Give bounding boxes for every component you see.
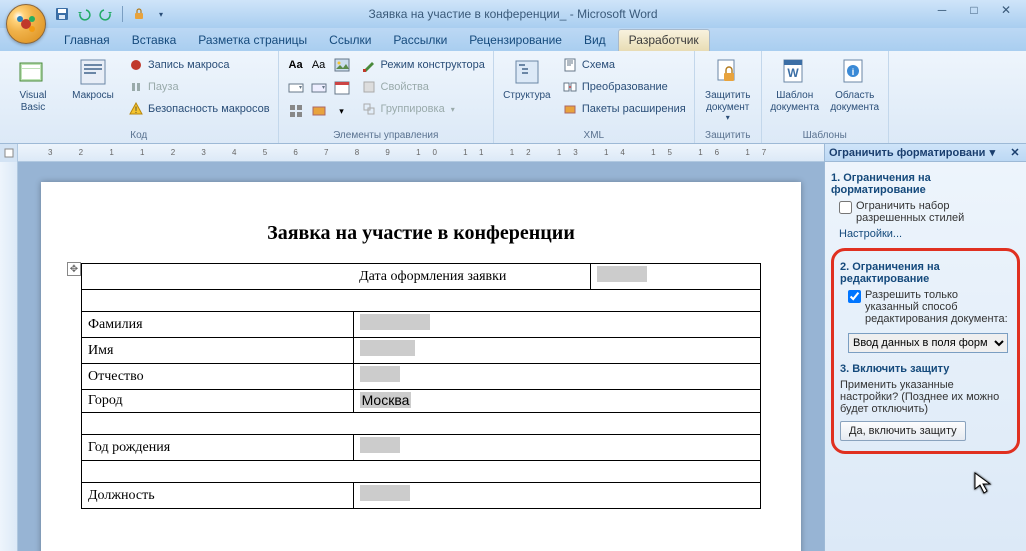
city-field[interactable]: Москва bbox=[360, 392, 412, 408]
horizontal-ruler[interactable]: 3 2 1 1 2 3 4 5 6 7 8 9 10 11 12 13 14 1… bbox=[0, 144, 824, 162]
group-xml-label: XML bbox=[500, 129, 688, 141]
save-icon[interactable] bbox=[54, 6, 70, 22]
pause-button: Пауза bbox=[126, 76, 272, 98]
task-pane-dropdown-icon[interactable]: ▾ bbox=[985, 146, 999, 159]
group-button: Группировка▾ bbox=[359, 98, 487, 120]
field-position-label: Должность bbox=[82, 483, 354, 509]
birthyear-field[interactable] bbox=[360, 437, 400, 453]
enable-protection-button[interactable]: Да, включить защиту bbox=[840, 421, 966, 441]
macro-security-button[interactable]: !Безопасность макросов bbox=[126, 98, 272, 120]
settings-link[interactable]: Настройки... bbox=[839, 228, 902, 240]
document-area: 3 2 1 1 2 3 4 5 6 7 8 9 10 11 12 13 14 1… bbox=[0, 144, 824, 551]
office-button[interactable] bbox=[6, 4, 46, 44]
svg-text:i: i bbox=[851, 67, 854, 77]
document-area-button[interactable]: i Область документа bbox=[828, 54, 882, 115]
svg-text:!: ! bbox=[135, 105, 138, 115]
group-protect-label: Защитить bbox=[701, 129, 755, 141]
warning-icon: ! bbox=[128, 101, 144, 117]
form-table: Дата оформления заявки Фамилия Имя Отчес… bbox=[81, 263, 761, 509]
page-scroll[interactable]: ✥ Заявка на участие в конференции Дата о… bbox=[18, 162, 824, 551]
field-lastname-label: Фамилия bbox=[82, 312, 354, 338]
restrict-formatting-pane: Ограничить форматировани ▾ ✕ 1. Ограниче… bbox=[824, 144, 1026, 551]
design-mode-button[interactable]: Режим конструктора bbox=[359, 54, 487, 76]
expansion-icon bbox=[562, 101, 578, 117]
tab-insert[interactable]: Вставка bbox=[122, 30, 187, 51]
more-controls-dropdown[interactable]: ▾ bbox=[331, 100, 353, 122]
redo-icon[interactable] bbox=[98, 6, 114, 22]
task-pane-title: Ограничить форматировани bbox=[829, 147, 985, 159]
close-button[interactable]: ✕ bbox=[994, 2, 1018, 18]
document-template-button[interactable]: W Шаблон документа bbox=[768, 54, 822, 115]
field-city-label: Город bbox=[82, 390, 354, 413]
position-field[interactable] bbox=[360, 485, 410, 501]
tab-home[interactable]: Главная bbox=[54, 30, 120, 51]
tab-review[interactable]: Рецензирование bbox=[459, 30, 572, 51]
plaintext-control-icon[interactable]: Aa bbox=[308, 54, 330, 76]
visual-basic-button[interactable]: Visual Basic bbox=[6, 54, 60, 115]
ribbon: Visual Basic Макросы Запись макроса Пауз… bbox=[0, 51, 1026, 144]
tab-layout[interactable]: Разметка страницы bbox=[188, 30, 317, 51]
svg-text:W: W bbox=[787, 66, 799, 80]
record-macro-button[interactable]: Запись макроса bbox=[126, 54, 272, 76]
transformation-button[interactable]: Преобразование bbox=[560, 76, 688, 98]
qat-dropdown-icon[interactable]: ▾ bbox=[153, 6, 169, 22]
firstname-field[interactable] bbox=[360, 340, 415, 356]
combobox-control-icon[interactable] bbox=[285, 77, 307, 99]
table-move-handle[interactable]: ✥ bbox=[67, 262, 81, 276]
picture-control-icon[interactable] bbox=[331, 54, 353, 76]
structure-button[interactable]: Структура bbox=[500, 54, 554, 104]
expansion-button[interactable]: Пакеты расширения bbox=[560, 98, 688, 120]
date-control-icon[interactable] bbox=[331, 77, 353, 99]
field-date-label: Дата оформления заявки bbox=[353, 264, 591, 290]
legacy-tools-icon[interactable] bbox=[285, 100, 307, 122]
field-patronymic-label: Отчество bbox=[82, 364, 354, 390]
document-heading: Заявка на участие в конференции bbox=[81, 222, 761, 245]
highlighted-section: 2. Ограничения на редактирование Разреши… bbox=[831, 248, 1020, 454]
group-controls-label: Элементы управления bbox=[285, 129, 487, 141]
protect-document-button[interactable]: Защитить документ▾ bbox=[701, 54, 755, 124]
editing-mode-select[interactable]: Ввод данных в поля форм bbox=[848, 333, 1008, 353]
group-icon bbox=[361, 101, 377, 117]
vertical-ruler[interactable] bbox=[0, 162, 18, 551]
tab-developer[interactable]: Разработчик bbox=[618, 29, 710, 51]
field-firstname-label: Имя bbox=[82, 338, 354, 364]
richtext-control-icon[interactable]: Aa bbox=[285, 54, 307, 76]
lastname-field[interactable] bbox=[360, 314, 430, 330]
tab-view[interactable]: Вид bbox=[574, 30, 616, 51]
lock-icon[interactable] bbox=[131, 6, 147, 22]
building-block-icon[interactable] bbox=[308, 100, 330, 122]
quick-access-toolbar: ▾ bbox=[54, 6, 169, 22]
group-templates-label: Шаблоны bbox=[768, 129, 882, 141]
dropdown-control-icon[interactable] bbox=[308, 77, 330, 99]
tab-references[interactable]: Ссылки bbox=[319, 30, 381, 51]
ribbon-tabs: Главная Вставка Разметка страницы Ссылки… bbox=[0, 28, 1026, 51]
document-page[interactable]: ✥ Заявка на участие в конференции Дата о… bbox=[41, 182, 801, 551]
protect-note: Применить указанные настройки? (Позднее … bbox=[840, 379, 1011, 415]
schema-button[interactable]: Схема bbox=[560, 54, 688, 76]
minimize-button[interactable]: ─ bbox=[930, 2, 954, 18]
group-code-label: Код bbox=[6, 129, 272, 141]
macros-button[interactable]: Макросы bbox=[66, 54, 120, 104]
date-field[interactable] bbox=[597, 266, 647, 282]
properties-button: Свойства bbox=[359, 76, 487, 98]
transform-icon bbox=[562, 79, 578, 95]
properties-icon bbox=[361, 79, 377, 95]
record-icon bbox=[128, 57, 144, 73]
design-icon bbox=[361, 57, 377, 73]
undo-icon[interactable] bbox=[76, 6, 92, 22]
limit-styles-checkbox[interactable]: Ограничить набор разрешенных стилей bbox=[839, 200, 1020, 224]
pause-icon bbox=[128, 79, 144, 95]
allow-only-checkbox[interactable]: Разрешить только указанный способ редакт… bbox=[848, 289, 1011, 325]
field-birthyear-label: Год рождения bbox=[82, 435, 354, 461]
maximize-button[interactable]: □ bbox=[962, 2, 986, 18]
section-protect: 3. Включить защиту bbox=[840, 363, 1011, 375]
section-editing: 2. Ограничения на редактирование bbox=[840, 261, 1011, 285]
tab-mailings[interactable]: Рассылки bbox=[383, 30, 457, 51]
patronymic-field[interactable] bbox=[360, 366, 400, 382]
section-formatting: 1. Ограничения на форматирование bbox=[831, 172, 1020, 196]
schema-icon bbox=[562, 57, 578, 73]
task-pane-close-icon[interactable]: ✕ bbox=[1008, 146, 1022, 159]
ruler-corner[interactable] bbox=[0, 144, 18, 162]
